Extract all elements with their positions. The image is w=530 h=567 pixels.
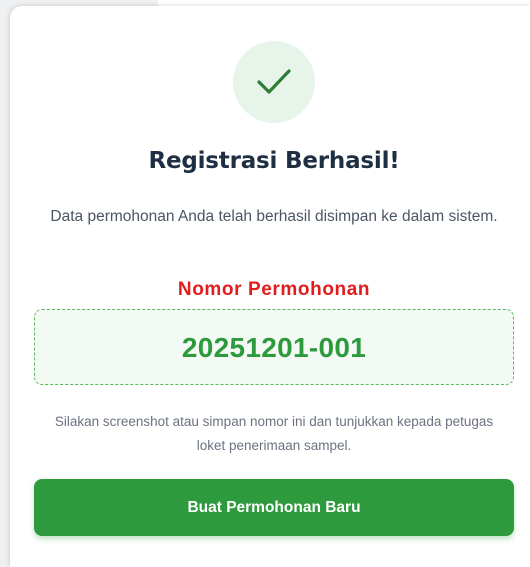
application-number-label: Nomor Permohonan	[177, 279, 371, 300]
instruction-text: Silakan screenshot atau simpan nomor ini…	[54, 414, 494, 453]
application-number-value: 20251201-001	[181, 332, 367, 363]
success-title: Registrasi Berhasil!	[148, 148, 400, 174]
success-icon-circle	[233, 41, 315, 123]
new-application-button[interactable]: Buat Permohonan Baru	[34, 479, 514, 536]
application-number-box: 20251201-001	[34, 309, 514, 385]
check-icon	[257, 69, 291, 94]
success-description: Data permohonan Anda telah berhasil disi…	[50, 208, 498, 225]
